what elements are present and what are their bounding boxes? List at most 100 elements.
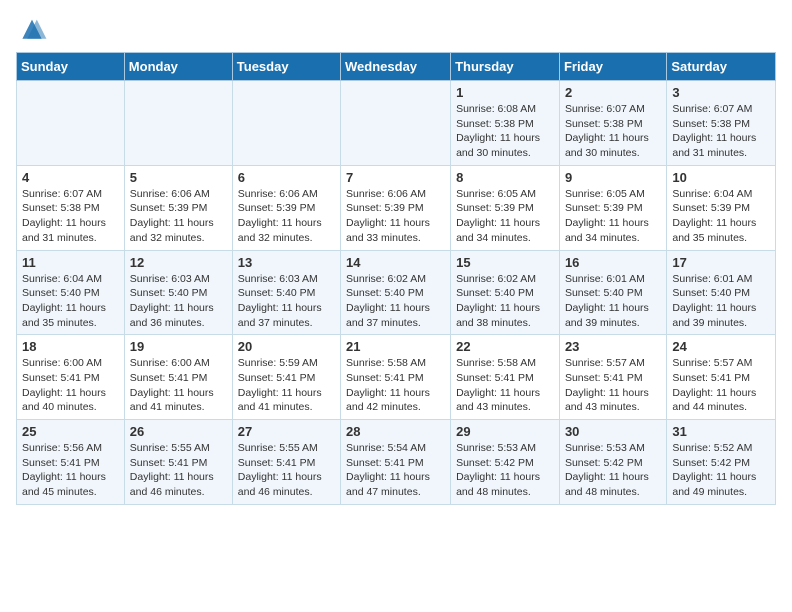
day-number: 11	[22, 255, 119, 270]
day-content: Sunrise: 5:55 AM Sunset: 5:41 PM Dayligh…	[238, 441, 335, 500]
day-number: 27	[238, 424, 335, 439]
calendar-cell: 6Sunrise: 6:06 AM Sunset: 5:39 PM Daylig…	[232, 165, 340, 250]
day-number: 23	[565, 339, 661, 354]
day-content: Sunrise: 5:54 AM Sunset: 5:41 PM Dayligh…	[346, 441, 445, 500]
day-number: 25	[22, 424, 119, 439]
day-number: 15	[456, 255, 554, 270]
day-content: Sunrise: 5:57 AM Sunset: 5:41 PM Dayligh…	[672, 356, 770, 415]
calendar-cell: 22 Sunrise: 5:58 AM Sunset: 5:41 PM Dayli…	[451, 335, 560, 420]
calendar-cell: 10 Sunrise: 6:04 AM Sunset: 5:39 PM Dayli…	[667, 165, 776, 250]
calendar-cell: 12 Sunrise: 6:03 AM Sunset: 5:40 PM Dayli…	[124, 250, 232, 335]
day-number: 13	[238, 255, 335, 270]
calendar-cell: 25 Sunrise: 5:56 AM Sunset: 5:41 PM Dayli…	[17, 420, 125, 505]
calendar-cell: 16 Sunrise: 6:01 AM Sunset: 5:40 PM Dayli…	[559, 250, 666, 335]
day-content: Sunrise: 6:04 AM Sunset: 5:40 PM Dayligh…	[22, 272, 119, 331]
day-content: Sunrise: 5:59 AM Sunset: 5:41 PM Dayligh…	[238, 356, 335, 415]
day-content: Sunrise: 6:06 AM Sunset: 5:39 PM Dayligh…	[346, 187, 445, 246]
calendar-cell: 17 Sunrise: 6:01 AM Sunset: 5:40 PM Dayli…	[667, 250, 776, 335]
day-number: 29	[456, 424, 554, 439]
day-number: 8	[456, 170, 554, 185]
day-number: 21	[346, 339, 445, 354]
calendar-week-row: 11 Sunrise: 6:04 AM Sunset: 5:40 PM Dayli…	[17, 250, 776, 335]
calendar-cell: 24Sunrise: 5:57 AM Sunset: 5:41 PM Dayli…	[667, 335, 776, 420]
day-number: 10	[672, 170, 770, 185]
day-number: 30	[565, 424, 661, 439]
day-number: 3	[672, 85, 770, 100]
calendar-cell: 11 Sunrise: 6:04 AM Sunset: 5:40 PM Dayli…	[17, 250, 125, 335]
day-content: Sunrise: 6:06 AM Sunset: 5:39 PM Dayligh…	[238, 187, 335, 246]
day-number: 28	[346, 424, 445, 439]
day-header-thursday: Thursday	[451, 53, 560, 81]
day-content: Sunrise: 6:03 AM Sunset: 5:40 PM Dayligh…	[130, 272, 227, 331]
calendar-week-row: 1Sunrise: 6:08 AM Sunset: 5:38 PM Daylig…	[17, 81, 776, 166]
day-content: Sunrise: 6:00 AM Sunset: 5:41 PM Dayligh…	[22, 356, 119, 415]
calendar-cell: 19Sunrise: 6:00 AM Sunset: 5:41 PM Dayli…	[124, 335, 232, 420]
calendar-cell	[232, 81, 340, 166]
page-header	[16, 16, 776, 44]
day-header-sunday: Sunday	[17, 53, 125, 81]
day-content: Sunrise: 6:02 AM Sunset: 5:40 PM Dayligh…	[346, 272, 445, 331]
day-content: Sunrise: 5:56 AM Sunset: 5:41 PM Dayligh…	[22, 441, 119, 500]
calendar-cell: 23 Sunrise: 5:57 AM Sunset: 5:41 PM Dayli…	[559, 335, 666, 420]
calendar-cell: 5 Sunrise: 6:06 AM Sunset: 5:39 PM Daylig…	[124, 165, 232, 250]
day-content: Sunrise: 6:05 AM Sunset: 5:39 PM Dayligh…	[565, 187, 661, 246]
day-number: 22	[456, 339, 554, 354]
calendar-cell: 31Sunrise: 5:52 AM Sunset: 5:42 PM Dayli…	[667, 420, 776, 505]
day-number: 9	[565, 170, 661, 185]
day-number: 2	[565, 85, 661, 100]
day-number: 5	[130, 170, 227, 185]
day-number: 4	[22, 170, 119, 185]
day-number: 1	[456, 85, 554, 100]
calendar-cell	[124, 81, 232, 166]
day-content: Sunrise: 5:58 AM Sunset: 5:41 PM Dayligh…	[346, 356, 445, 415]
calendar-cell: 28 Sunrise: 5:54 AM Sunset: 5:41 PM Dayli…	[341, 420, 451, 505]
day-number: 26	[130, 424, 227, 439]
day-number: 18	[22, 339, 119, 354]
calendar-cell: 20 Sunrise: 5:59 AM Sunset: 5:41 PM Dayli…	[232, 335, 340, 420]
day-content: Sunrise: 5:55 AM Sunset: 5:41 PM Dayligh…	[130, 441, 227, 500]
day-number: 16	[565, 255, 661, 270]
day-content: Sunrise: 6:04 AM Sunset: 5:39 PM Dayligh…	[672, 187, 770, 246]
calendar-cell: 7 Sunrise: 6:06 AM Sunset: 5:39 PM Daylig…	[341, 165, 451, 250]
calendar-week-row: 4 Sunrise: 6:07 AM Sunset: 5:38 PM Daylig…	[17, 165, 776, 250]
calendar-cell: 15 Sunrise: 6:02 AM Sunset: 5:40 PM Dayli…	[451, 250, 560, 335]
calendar-cell: 2 Sunrise: 6:07 AM Sunset: 5:38 PM Daylig…	[559, 81, 666, 166]
day-number: 17	[672, 255, 770, 270]
day-number: 31	[672, 424, 770, 439]
day-content: Sunrise: 6:07 AM Sunset: 5:38 PM Dayligh…	[565, 102, 661, 161]
calendar-cell: 29Sunrise: 5:53 AM Sunset: 5:42 PM Dayli…	[451, 420, 560, 505]
day-header-saturday: Saturday	[667, 53, 776, 81]
calendar-cell: 8 Sunrise: 6:05 AM Sunset: 5:39 PM Daylig…	[451, 165, 560, 250]
day-content: Sunrise: 6:06 AM Sunset: 5:39 PM Dayligh…	[130, 187, 227, 246]
calendar-cell: 27 Sunrise: 5:55 AM Sunset: 5:41 PM Dayli…	[232, 420, 340, 505]
calendar-cell: 30 Sunrise: 5:53 AM Sunset: 5:42 PM Dayli…	[559, 420, 666, 505]
day-content: Sunrise: 6:02 AM Sunset: 5:40 PM Dayligh…	[456, 272, 554, 331]
day-content: Sunrise: 6:07 AM Sunset: 5:38 PM Dayligh…	[672, 102, 770, 161]
day-content: Sunrise: 6:01 AM Sunset: 5:40 PM Dayligh…	[672, 272, 770, 331]
calendar-cell: 18 Sunrise: 6:00 AM Sunset: 5:41 PM Dayli…	[17, 335, 125, 420]
calendar-cell: 3 Sunrise: 6:07 AM Sunset: 5:38 PM Daylig…	[667, 81, 776, 166]
day-content: Sunrise: 6:03 AM Sunset: 5:40 PM Dayligh…	[238, 272, 335, 331]
calendar-cell: 14Sunrise: 6:02 AM Sunset: 5:40 PM Dayli…	[341, 250, 451, 335]
calendar-table: SundayMondayTuesdayWednesdayThursdayFrid…	[16, 52, 776, 505]
calendar-header-row: SundayMondayTuesdayWednesdayThursdayFrid…	[17, 53, 776, 81]
day-content: Sunrise: 5:58 AM Sunset: 5:41 PM Dayligh…	[456, 356, 554, 415]
calendar-cell: 9 Sunrise: 6:05 AM Sunset: 5:39 PM Daylig…	[559, 165, 666, 250]
calendar-week-row: 25 Sunrise: 5:56 AM Sunset: 5:41 PM Dayli…	[17, 420, 776, 505]
day-content: Sunrise: 6:01 AM Sunset: 5:40 PM Dayligh…	[565, 272, 661, 331]
day-number: 19	[130, 339, 227, 354]
calendar-cell: 13 Sunrise: 6:03 AM Sunset: 5:40 PM Dayli…	[232, 250, 340, 335]
day-content: Sunrise: 5:57 AM Sunset: 5:41 PM Dayligh…	[565, 356, 661, 415]
calendar-cell: 1Sunrise: 6:08 AM Sunset: 5:38 PM Daylig…	[451, 81, 560, 166]
day-number: 7	[346, 170, 445, 185]
day-content: Sunrise: 6:05 AM Sunset: 5:39 PM Dayligh…	[456, 187, 554, 246]
day-header-tuesday: Tuesday	[232, 53, 340, 81]
day-header-monday: Monday	[124, 53, 232, 81]
day-header-wednesday: Wednesday	[341, 53, 451, 81]
day-number: 12	[130, 255, 227, 270]
calendar-week-row: 18 Sunrise: 6:00 AM Sunset: 5:41 PM Dayli…	[17, 335, 776, 420]
calendar-cell: 26 Sunrise: 5:55 AM Sunset: 5:41 PM Dayli…	[124, 420, 232, 505]
day-content: Sunrise: 6:07 AM Sunset: 5:38 PM Dayligh…	[22, 187, 119, 246]
day-number: 20	[238, 339, 335, 354]
day-content: Sunrise: 5:53 AM Sunset: 5:42 PM Dayligh…	[565, 441, 661, 500]
